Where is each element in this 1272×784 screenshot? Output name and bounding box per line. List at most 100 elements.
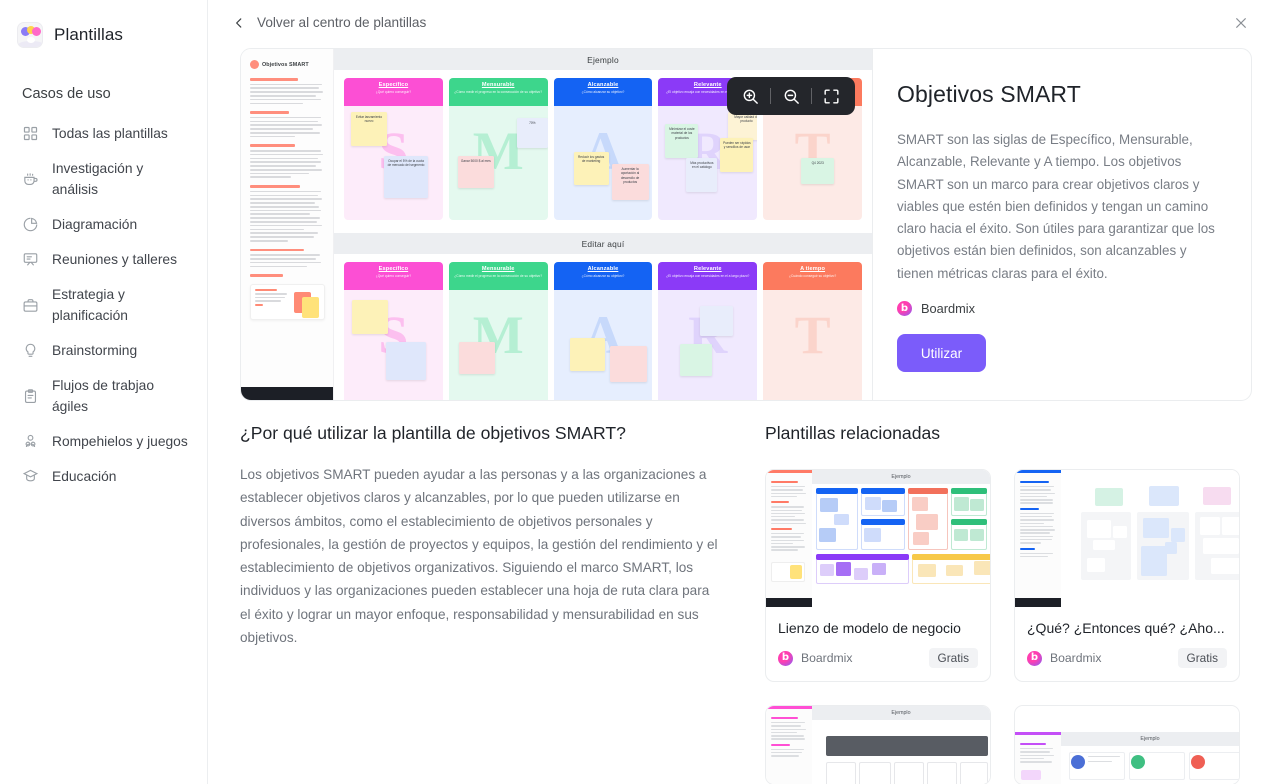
related-card[interactable]: ¿Qué? ¿Entonces qué? ¿Aho... b Boardmix … bbox=[1014, 469, 1240, 682]
preview-band-ejemplo: Ejemplo bbox=[334, 49, 872, 70]
thumb-canvas: Ejemplo bbox=[1061, 732, 1239, 784]
preview-doc-title: Objetivos SMART bbox=[262, 61, 309, 68]
related-card[interactable]: Ejemplo bbox=[765, 469, 991, 682]
sidebar-item-reuniones-y-talleres[interactable]: Reuniones y talleres bbox=[0, 242, 207, 277]
lower-content: ¿Por qué utilizar la plantilla de objeti… bbox=[208, 401, 1272, 784]
why-heading: ¿Por qué utilizar la plantilla de objeti… bbox=[240, 423, 626, 443]
page-title: Objetivos SMART bbox=[897, 81, 1081, 107]
sticky-note: Minimizar el coste material de los produ… bbox=[669, 127, 695, 140]
sidebar-nav: Todas las plantillas Investigación y aná… bbox=[0, 116, 207, 494]
thumb-doc-panel bbox=[1015, 732, 1061, 784]
toolbar-divider bbox=[770, 88, 772, 104]
sidebar-item-label: Estrategia y planificación bbox=[52, 287, 128, 323]
thumb-doc-panel bbox=[1015, 470, 1061, 607]
clipboard-icon bbox=[22, 388, 39, 405]
column-subtitle: ¿Cuándo conseguir su objetivo? bbox=[788, 274, 837, 279]
zoom-out-icon[interactable] bbox=[782, 87, 801, 106]
close-icon[interactable] bbox=[1228, 10, 1254, 36]
related-templates-section: Plantillas relacionadas Ejemplo Lienzo d… bbox=[765, 423, 1252, 784]
use-template-button[interactable]: Utilizar bbox=[897, 334, 986, 373]
doc-bullet-icon bbox=[250, 60, 259, 69]
price-badge: Gratis bbox=[928, 648, 978, 668]
thumb-canvas: Ejemplo bbox=[812, 706, 990, 784]
sidebar-item-estrategia-y-planificacion[interactable]: Estrategia y planificación bbox=[0, 277, 207, 333]
template-info-panel: Objetivos SMART SMART son las siglas de … bbox=[872, 49, 1251, 400]
sidebar-item-flujos-de-trabajo-agiles[interactable]: Flujos de trabjao ágiles bbox=[0, 368, 207, 424]
preview-column: Alcanzable ¿Cómo alcanzar su objetivo? A… bbox=[553, 78, 653, 220]
column-subtitle: ¿Qué quiero conseguir? bbox=[375, 274, 412, 279]
sticky-note: Q4 2023 bbox=[811, 161, 824, 165]
related-cards-grid-row2: Ejemplo Ejemplo bbox=[765, 705, 1252, 784]
thumb-band: Ejemplo bbox=[1061, 732, 1239, 746]
doc-inline-card bbox=[250, 283, 325, 320]
chevron-left-icon bbox=[232, 16, 246, 30]
related-cards-grid: Ejemplo Lienzo de modelo de negocio b Bo… bbox=[765, 469, 1252, 682]
sidebar-item-investigacion-y-analisis[interactable]: Investigación y análisis bbox=[0, 151, 207, 207]
sidebar-item-label: Educación bbox=[52, 469, 117, 484]
templates-logo-icon bbox=[17, 22, 43, 48]
sticky-note: Ganar 5000 $ al mes bbox=[460, 159, 491, 163]
template-description: SMART son las siglas de Específico, Mens… bbox=[897, 132, 1215, 281]
boardmix-logo-icon: b bbox=[778, 650, 793, 666]
template-preview[interactable]: Objetivos SMART Ejemplo Específico ¿Qué … bbox=[241, 49, 872, 400]
column-title: Específico bbox=[378, 266, 409, 272]
card-title: Lienzo de modelo de negocio bbox=[778, 620, 961, 636]
preview-column: Específico ¿Qué quiero conseguir? S bbox=[344, 262, 443, 400]
thumb-band: Ejemplo bbox=[812, 706, 990, 720]
app-root: Plantillas Casos de uso Todas las planti… bbox=[0, 0, 1272, 784]
sticky-note: Pueden ser rápidos y sencillos de usar bbox=[723, 141, 751, 150]
sticky-note: Ocupar el 5% de la cuota de mercado del … bbox=[387, 159, 425, 168]
presentation-board-icon bbox=[22, 251, 39, 268]
thumb-doc-panel bbox=[766, 706, 812, 784]
column-subtitle: ¿Cómo alcanzar su objetivo? bbox=[581, 90, 625, 95]
back-label: Volver al centro de plantillas bbox=[257, 15, 427, 30]
back-to-templates-button[interactable]: Volver al centro de plantillas bbox=[232, 15, 426, 30]
preview-column: A tiempo ¿Cuándo conseguir su objetivo? … bbox=[763, 262, 862, 400]
column-title: Relevante bbox=[693, 266, 722, 272]
graduation-cap-icon bbox=[22, 468, 39, 485]
preview-column: Específico ¿Qué quiero conseguir? S Evit… bbox=[344, 78, 443, 220]
column-subtitle: ¿El objetivo encaja con necesidades en e… bbox=[666, 274, 750, 279]
people-icon bbox=[22, 433, 39, 450]
template-hero: Objetivos SMART Ejemplo Específico ¿Qué … bbox=[240, 48, 1252, 401]
sidebar-item-diagramacion[interactable]: Diagramación bbox=[0, 207, 207, 242]
sidebar-item-label: Flujos de trabjao ágiles bbox=[52, 378, 155, 414]
sidebar: Plantillas Casos de uso Todas las planti… bbox=[0, 0, 208, 784]
thumb-band: Ejemplo bbox=[812, 470, 990, 484]
coffee-cup-icon bbox=[22, 171, 39, 188]
preview-column: Mensurable ¿Cómo medir el progreso en la… bbox=[448, 78, 548, 220]
sidebar-item-educacion[interactable]: Educación bbox=[0, 459, 207, 494]
sidebar-item-brainstorming[interactable]: Brainstorming bbox=[0, 333, 207, 368]
sticky-note: Evitar lanzamiento nuevo bbox=[355, 115, 383, 124]
sidebar-item-label: Brainstorming bbox=[52, 343, 138, 358]
preview-column: Mensurable ¿Cómo medir el progreso en la… bbox=[448, 262, 548, 400]
related-card[interactable]: Ejemplo bbox=[1014, 705, 1240, 784]
sidebar-item-todas-las-plantillas[interactable]: Todas las plantillas bbox=[0, 116, 207, 151]
card-meta: Lienzo de modelo de negocio b Boardmix G… bbox=[766, 607, 990, 681]
card-title: ¿Qué? ¿Entonces qué? ¿Aho... bbox=[1027, 620, 1225, 636]
sidebar-item-label: Investigación y análisis bbox=[52, 161, 144, 197]
column-title: Mensurable bbox=[481, 82, 515, 88]
main-content: Volver al centro de plantillas Objetivos… bbox=[208, 0, 1272, 784]
related-card[interactable]: Ejemplo bbox=[765, 705, 991, 784]
briefcase-icon bbox=[22, 297, 39, 314]
why-body: Los objetivos SMART pueden ayudar a las … bbox=[240, 467, 718, 646]
preview-zoom-toolbar bbox=[727, 77, 855, 115]
fullscreen-icon[interactable] bbox=[822, 87, 841, 106]
zoom-in-icon[interactable] bbox=[741, 87, 760, 106]
price-badge: Gratis bbox=[1177, 648, 1227, 668]
sidebar-item-label: Diagramación bbox=[52, 217, 138, 232]
sticky-note: 70% bbox=[529, 121, 536, 125]
nav-section-title: Casos de uso bbox=[22, 86, 111, 102]
preview-band-editar: Editar aquí bbox=[334, 233, 872, 254]
template-author: b Boardmix bbox=[897, 301, 1223, 317]
preview-column: Relevante ¿El objetivo encaja con necesi… bbox=[658, 262, 758, 400]
column-subtitle: ¿Cómo medir el progreso en la consecució… bbox=[454, 274, 543, 279]
brand[interactable]: Plantillas bbox=[0, 18, 207, 52]
thumb-canvas bbox=[1061, 470, 1239, 607]
sidebar-item-rompehielos-y-juegos[interactable]: Rompehielos y juegos bbox=[0, 424, 207, 459]
card-thumbnail bbox=[1015, 470, 1239, 607]
card-author: Boardmix bbox=[1050, 651, 1102, 665]
why-section: ¿Por qué utilizar la plantilla de objeti… bbox=[240, 423, 721, 784]
pie-chart-icon bbox=[22, 216, 39, 233]
